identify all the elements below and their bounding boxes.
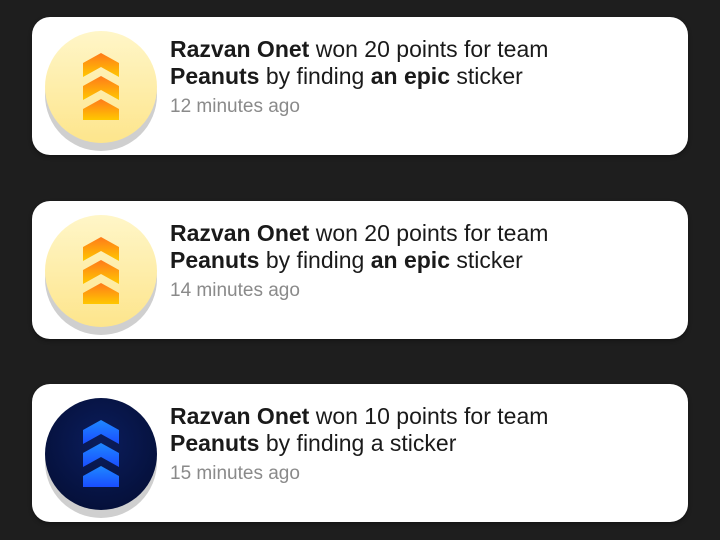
action-text: won 20 points for team <box>309 36 549 62</box>
middle-text: by finding a sticker <box>259 430 457 456</box>
team-name: Peanuts <box>170 247 260 273</box>
sticker-badge <box>45 398 157 518</box>
chevron-rank-icon <box>45 31 157 143</box>
middle-text: by finding <box>259 63 371 89</box>
team-name: Peanuts <box>170 430 260 456</box>
team-name: Peanuts <box>170 63 260 89</box>
notification-text: Razvan Onet won 20 points for team Peanu… <box>170 220 670 303</box>
chevron-rank-icon <box>45 398 157 510</box>
sticker-rarity: an epic <box>370 63 450 89</box>
middle-text: by finding <box>259 247 371 273</box>
notification-card[interactable]: Razvan Onet won 10 points for team Peanu… <box>32 384 688 522</box>
notification-card[interactable]: Razvan Onet won 20 points for team Peanu… <box>32 201 688 339</box>
sticker-badge <box>45 31 157 151</box>
user-name: Razvan Onet <box>170 403 310 429</box>
end-text: sticker <box>450 63 523 89</box>
notification-text: Razvan Onet won 20 points for team Peanu… <box>170 36 670 119</box>
action-text: won 20 points for team <box>309 220 549 246</box>
timestamp: 12 minutes ago <box>170 96 300 117</box>
sticker-badge <box>45 215 157 335</box>
notification-feed: Razvan Onet won 20 points for team Peanu… <box>0 0 720 540</box>
chevron-rank-icon <box>45 215 157 327</box>
notification-card[interactable]: Razvan Onet won 20 points for team Peanu… <box>32 17 688 155</box>
sticker-rarity: an epic <box>370 247 450 273</box>
notification-text: Razvan Onet won 10 points for team Peanu… <box>170 403 670 486</box>
user-name: Razvan Onet <box>170 36 310 62</box>
end-text: sticker <box>450 247 523 273</box>
timestamp: 15 minutes ago <box>170 463 300 484</box>
timestamp: 14 minutes ago <box>170 280 300 301</box>
user-name: Razvan Onet <box>170 220 310 246</box>
action-text: won 10 points for team <box>309 403 549 429</box>
